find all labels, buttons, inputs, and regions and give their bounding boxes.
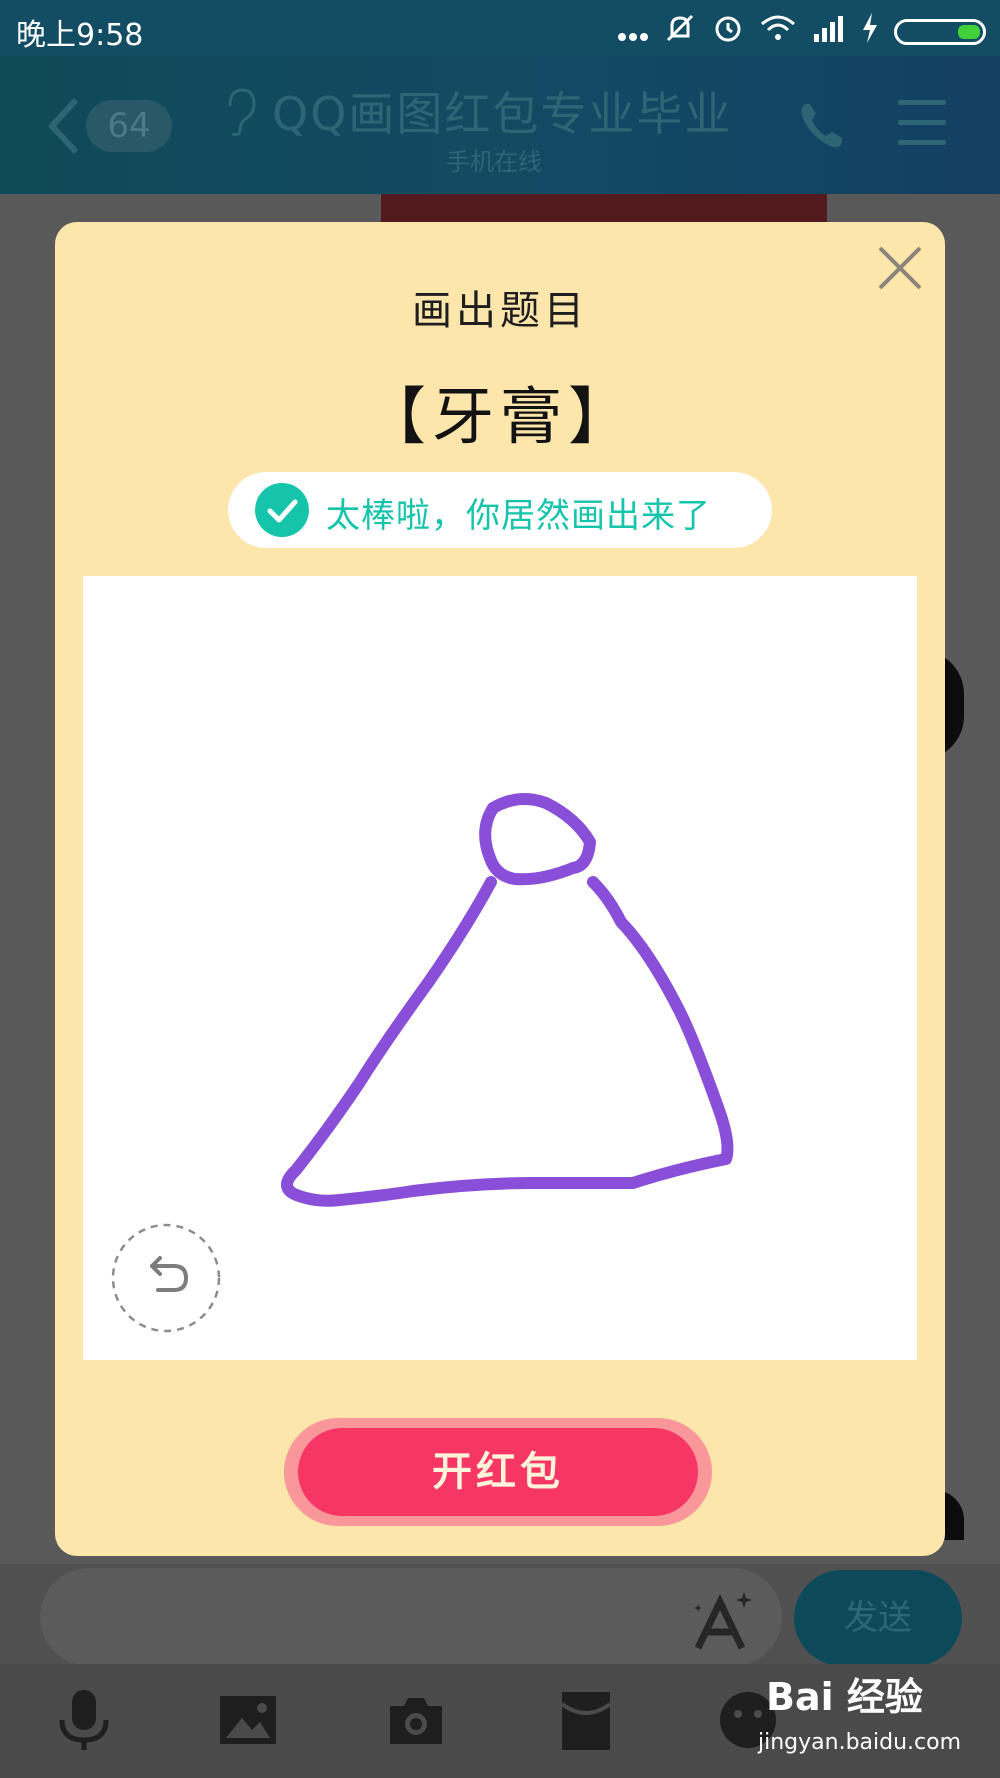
red-packet-icon[interactable] bbox=[556, 1688, 616, 1752]
signal-icon bbox=[812, 14, 846, 50]
chat-subtitle: 手机在线 bbox=[446, 148, 542, 176]
microphone-icon[interactable] bbox=[54, 1688, 114, 1752]
status-icons bbox=[618, 12, 986, 52]
chat-header: 64 QQ画图红包专业毕业 手机在线 bbox=[0, 56, 1000, 194]
mute-bell-icon bbox=[664, 12, 696, 52]
open-red-packet-button[interactable]: 开红包 bbox=[298, 1428, 698, 1516]
send-button[interactable]: 发送 bbox=[794, 1570, 962, 1666]
success-message: 太棒啦，你居然画出来了 bbox=[326, 496, 711, 536]
wifi-icon bbox=[760, 14, 796, 50]
check-circle-icon bbox=[255, 483, 309, 537]
ear-icon bbox=[228, 88, 256, 137]
camera-icon[interactable] bbox=[386, 1688, 446, 1752]
alarm-icon bbox=[712, 12, 744, 52]
back-chevron-icon[interactable] bbox=[44, 94, 84, 158]
status-time: 晚上9:58 bbox=[16, 18, 144, 53]
dialog-title: 画出题目 bbox=[412, 288, 588, 334]
image-icon[interactable] bbox=[218, 1688, 278, 1752]
battery-icon bbox=[894, 19, 986, 45]
status-bar: 晚上9:58 bbox=[0, 0, 1000, 56]
watermark-sub: jingyan.baidu.com bbox=[758, 1730, 962, 1755]
charging-icon bbox=[862, 13, 878, 51]
prompt-word: 【牙膏】 bbox=[363, 380, 636, 453]
menu-icon[interactable] bbox=[898, 100, 946, 148]
drawn-toothpaste-sketch bbox=[281, 793, 734, 1207]
message-input[interactable] bbox=[40, 1568, 782, 1666]
font-style-icon[interactable] bbox=[690, 1588, 756, 1652]
chat-title: QQ画图红包专业毕业 bbox=[272, 87, 733, 141]
baidu-watermark: Bai 经验 jingyan.baidu.com bbox=[758, 1666, 962, 1766]
phone-icon[interactable] bbox=[796, 100, 846, 152]
more-dots-icon bbox=[618, 15, 648, 50]
watermark-main: Bai 经验 bbox=[766, 1675, 923, 1719]
red-packet-message bbox=[381, 194, 827, 224]
unread-count-badge[interactable]: 64 bbox=[86, 100, 172, 152]
undo-icon[interactable] bbox=[110, 1222, 222, 1334]
